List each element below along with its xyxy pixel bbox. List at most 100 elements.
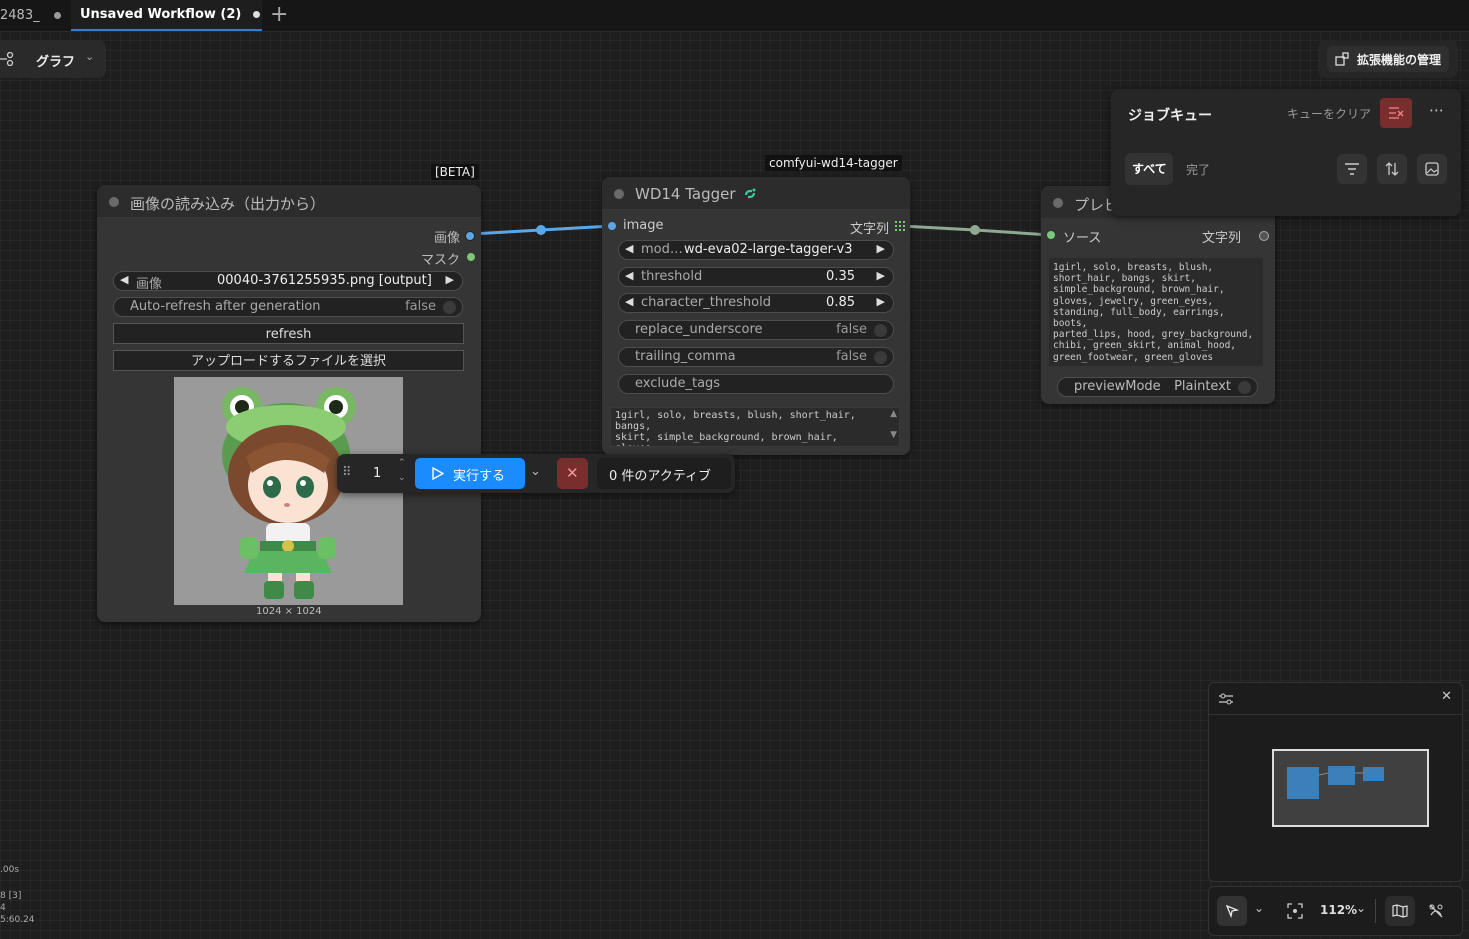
job-queue-panel: ジョブキュー キューをクリア ⋯ すべて 完了: [1111, 89, 1461, 216]
preview-textarea[interactable]: 1girl, solo, breasts, blush, short_hair,…: [1049, 258, 1263, 366]
input-slot-image[interactable]: [608, 222, 616, 230]
node-header[interactable]: 画像の読み込み（出力から）: [97, 185, 481, 217]
filter-all-label: すべて: [1132, 162, 1167, 176]
clear-queue-button[interactable]: [1380, 98, 1412, 128]
zoom-chevron-down-icon[interactable]: ⌄: [1356, 901, 1366, 915]
cursor-icon: [1225, 904, 1239, 918]
replace-underscore-toggle[interactable]: replace_underscore false: [618, 320, 894, 340]
character-threshold-value: 0.85: [826, 295, 855, 310]
model-combo-widget[interactable]: ◀ mod… wd-eva02-large-tagger-v3 ▶: [618, 240, 894, 260]
output-slot-string[interactable]: [1259, 231, 1269, 241]
sort-button[interactable]: [1377, 154, 1407, 184]
exclude-tags-label: exclude_tags: [635, 376, 721, 391]
arrow-right-icon[interactable]: ▶: [877, 242, 885, 255]
wd14-tagger-node[interactable]: WD14 Tagger image 文字列 ◀ mod… wd-eva02-la…: [602, 177, 910, 455]
toggle-knob: [874, 324, 887, 337]
toggle-knob: [874, 351, 887, 364]
load-image-node[interactable]: 画像の読み込み（出力から） 画像 マスク ◀ 画像 00040-37612559…: [97, 185, 481, 622]
toggle-knob: [1238, 381, 1251, 394]
image-combo-widget[interactable]: ◀ 画像 00040-3761255935.png [output] ▶: [113, 271, 463, 292]
threshold-label: threshold: [641, 269, 703, 284]
input-label-image: image: [623, 218, 664, 233]
increment-icon[interactable]: ⌃: [398, 458, 406, 468]
hide-links-icon[interactable]: [1428, 903, 1444, 919]
minimap-panel[interactable]: ✕: [1208, 682, 1463, 882]
preview-text-node[interactable]: プレビ ソース 文字列 1girl, solo, breasts, blush,…: [1041, 186, 1275, 404]
active-jobs-button[interactable]: 0 件のアクティブ: [597, 458, 731, 489]
arrow-right-icon[interactable]: ▶: [877, 295, 885, 308]
arrow-left-icon[interactable]: ◀: [625, 242, 633, 255]
character-threshold-label: character_threshold: [641, 295, 771, 310]
image-size-label: 1024 × 1024: [256, 606, 322, 617]
minimap-viewport[interactable]: [1272, 749, 1429, 827]
run-options-chevron-icon[interactable]: ⌄: [530, 464, 541, 479]
zoom-level[interactable]: 112%: [1320, 903, 1357, 917]
trailing-comma-toggle[interactable]: trailing_comma false: [618, 347, 894, 367]
collapse-dot[interactable]: [1053, 198, 1063, 208]
minimap-divider: [1209, 714, 1462, 715]
auto-refresh-toggle[interactable]: Auto-refresh after generation false: [113, 297, 463, 317]
more-options-icon[interactable]: ⋯: [1429, 101, 1444, 119]
output-slot-image[interactable]: [465, 231, 475, 241]
preview-mode-label: previewMode: [1074, 379, 1161, 394]
arrow-left-icon[interactable]: ◀: [120, 273, 128, 286]
filter-all-tab[interactable]: すべて: [1125, 153, 1173, 185]
tagger-badge: comfyui-wd14-tagger: [765, 155, 902, 171]
preview-mode-toggle[interactable]: previewMode Plaintext: [1057, 377, 1258, 397]
output-label-image: 画像: [433, 231, 460, 246]
decrement-icon[interactable]: ⌄: [398, 473, 406, 483]
auto-refresh-value: false: [405, 299, 436, 314]
collapse-dot[interactable]: [109, 197, 119, 207]
close-icon: ✕: [566, 464, 579, 482]
exclude-tags-input[interactable]: exclude_tags: [618, 374, 894, 394]
image-view-button[interactable]: [1417, 154, 1447, 184]
input-label-source: ソース: [1063, 231, 1102, 246]
auto-refresh-label: Auto-refresh after generation: [130, 299, 321, 314]
tags-output-textarea[interactable]: 1girl, solo, breasts, blush, short_hair,…: [610, 407, 900, 447]
threshold-widget[interactable]: ◀ threshold 0.35 ▶: [618, 267, 894, 287]
string-link-midpoint: [970, 225, 980, 235]
toolbar-divider: [1375, 899, 1376, 923]
upload-file-button[interactable]: アップロードするファイルを選択: [113, 350, 464, 371]
arrow-right-icon[interactable]: ▶: [877, 269, 885, 282]
output-label-mask: マスク: [420, 253, 460, 268]
close-minimap-icon[interactable]: ✕: [1441, 689, 1452, 704]
render-stats: .00s 8 [3] 4 5:60.24: [0, 864, 35, 926]
output-slot-string[interactable]: [895, 221, 905, 231]
filter-button[interactable]: [1337, 154, 1367, 184]
drag-handle-icon[interactable]: ⠿: [342, 465, 352, 480]
fit-view-icon[interactable]: [1287, 903, 1303, 919]
scroll-up-icon[interactable]: ▲: [890, 409, 897, 419]
node-header[interactable]: WD14 Tagger: [602, 177, 910, 209]
output-slot-mask[interactable]: [467, 253, 475, 261]
filter-done-tab[interactable]: 完了: [1186, 161, 1210, 178]
input-slot-source[interactable]: [1047, 231, 1055, 239]
settings-sliders-icon[interactable]: [1219, 693, 1233, 705]
trailing-comma-label: trailing_comma: [635, 349, 736, 364]
select-tool-button[interactable]: [1217, 896, 1247, 926]
run-label: 実行する: [453, 469, 506, 484]
arrow-left-icon[interactable]: ◀: [625, 295, 633, 308]
cancel-run-button[interactable]: ✕: [557, 458, 588, 489]
arrow-right-icon[interactable]: ▶: [446, 273, 454, 286]
model-value: wd-eva02-large-tagger-v3: [684, 242, 853, 257]
run-toolbar: ⠿ 1 ⌃ ⌄ 実行する ⌄ ✕ 0 件のアクティブ: [337, 454, 735, 493]
stats-line: 8 [3]: [0, 891, 22, 901]
stats-line: 5:60.24: [0, 915, 35, 925]
toggle-knob: [443, 301, 456, 314]
tool-chevron-down-icon[interactable]: ⌄: [1254, 901, 1264, 915]
clear-queue-label: キューをクリア: [1287, 107, 1372, 121]
arrow-left-icon[interactable]: ◀: [625, 269, 633, 282]
character-threshold-widget[interactable]: ◀ character_threshold 0.85 ▶: [618, 293, 894, 313]
node-title: WD14 Tagger: [635, 185, 736, 203]
run-button[interactable]: 実行する: [415, 458, 525, 489]
batch-count-input[interactable]: 1: [373, 466, 381, 481]
scroll-down-icon[interactable]: ▼: [890, 430, 897, 440]
collapse-dot[interactable]: [614, 189, 624, 199]
minimap-toggle-button[interactable]: [1385, 896, 1415, 926]
minimap-links: [1318, 772, 1363, 776]
job-queue-title: ジョブキュー: [1128, 108, 1212, 124]
image-link-midpoint: [536, 225, 546, 235]
refresh-button[interactable]: refresh: [113, 323, 464, 344]
beta-badge: [BETA]: [431, 164, 479, 180]
